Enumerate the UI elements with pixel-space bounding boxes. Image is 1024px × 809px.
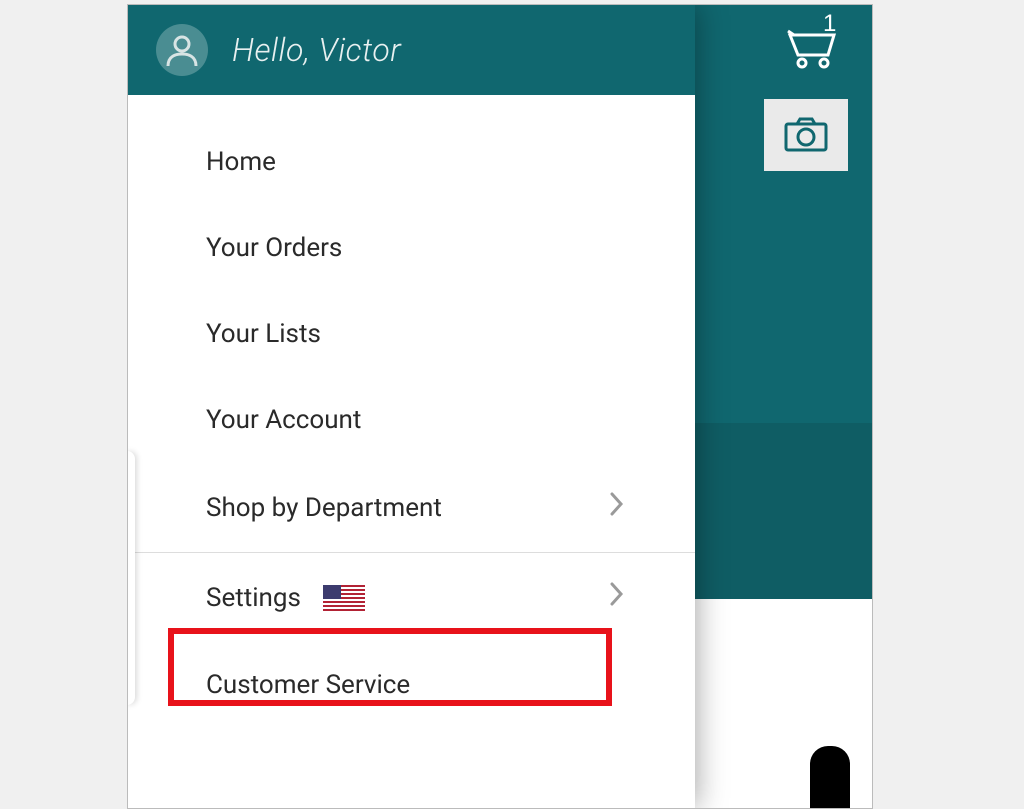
nav-item-label: Shop by Department [206,493,442,523]
nav-drawer: Hello, Victor Home Your Orders Your List… [128,5,695,808]
nav-item-label: Your Orders [206,233,342,263]
nav-item-lists[interactable]: Your Lists [128,291,695,377]
app-viewport: 1 Hello, Victor Home [127,4,873,809]
nav-item-orders[interactable]: Your Orders [128,205,695,291]
greeting-text: Hello, Victor [232,31,401,69]
us-flag-icon [323,585,365,611]
cart-icon[interactable]: 1 [784,13,848,75]
chevron-right-icon [609,491,625,524]
nav-item-customer-service[interactable]: Customer Service [128,642,695,728]
chevron-right-icon [609,581,625,614]
camera-icon [783,116,829,154]
nav-item-label: Your Account [206,405,361,435]
nav-item-home[interactable]: Home [128,119,695,205]
avatar-icon [156,24,208,76]
camera-search-button[interactable] [764,99,848,171]
nav-item-account[interactable]: Your Account [128,377,695,463]
nav-item-settings[interactable]: Settings [128,553,695,642]
nav-item-label: Settings [206,583,301,613]
drawer-header[interactable]: Hello, Victor [128,5,695,95]
svg-text:1: 1 [823,13,836,37]
nav-item-label: Customer Service [206,670,410,700]
nav-menu: Home Your Orders Your Lists Your Account… [128,95,695,728]
drawer-edge-tab [127,451,135,705]
nav-item-label: Home [206,147,276,177]
background-device-corner [810,746,850,808]
nav-item-label: Your Lists [206,319,321,349]
nav-item-shop-dept[interactable]: Shop by Department [128,463,695,552]
